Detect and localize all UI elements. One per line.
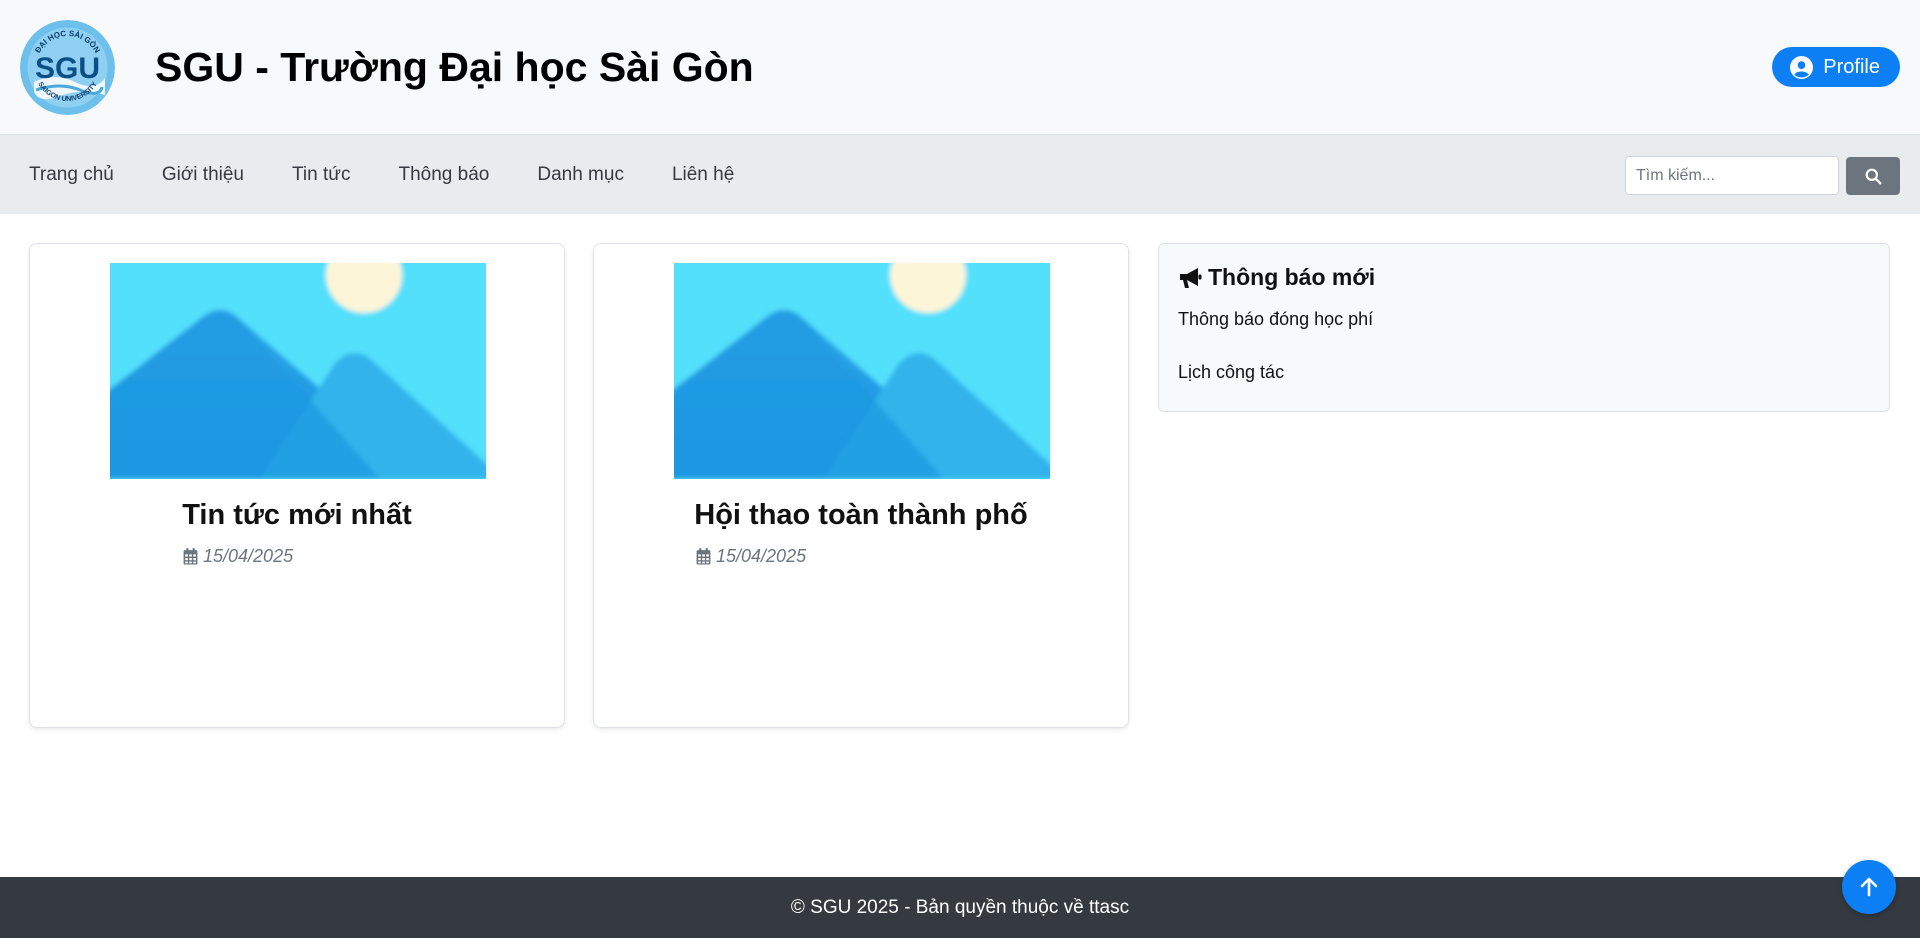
main-nav: Trang chủ Giới thiệu Tin tức Thông báo D… [0,134,1920,214]
news-title[interactable]: Tin tức mới nhất [30,499,564,532]
news-image[interactable] [674,263,1050,479]
news-title[interactable]: Hội thao toàn thành phố [594,499,1128,532]
nav-item-about[interactable]: Giới thiệu [162,164,244,186]
search-icon [1865,168,1881,184]
user-circle-icon [1790,55,1814,79]
news-card[interactable]: Tin tức mới nhất 15/04/2025 [29,243,565,728]
main-content: Tin tức mới nhất 15/04/2025 Hội thao toà… [0,214,1920,878]
nav-item-notices[interactable]: Thông báo [398,164,489,186]
nav-item-contact[interactable]: Liên hệ [672,164,734,186]
news-date: 15/04/2025 [696,546,806,567]
footer-copyright: © SGU 2025 - Bản quyền thuộc về ttasc [790,896,1130,918]
news-date-text: 15/04/2025 [716,546,807,566]
search-form [1625,156,1900,195]
nav-item-categories[interactable]: Danh mục [537,164,624,186]
news-date-text: 15/04/2025 [203,546,294,566]
notice-item-schedule[interactable]: Lịch công tác [1178,362,1870,383]
news-image[interactable] [110,263,486,479]
back-to-top-button[interactable] [1842,860,1896,914]
news-card[interactable]: Hội thao toàn thành phố 15/04/2025 [593,243,1129,728]
site-footer: © SGU 2025 - Bản quyền thuộc về ttasc [0,877,1920,938]
profile-button[interactable]: Profile [1772,47,1900,87]
notices-panel: Thông báo mới Thông báo đóng học phí Lịc… [1158,243,1890,412]
nav-item-news[interactable]: Tin tức [292,164,350,186]
megaphone-icon [1180,267,1202,288]
notices-heading-text: Thông báo mới [1208,264,1376,290]
notice-item-fees[interactable]: Thông báo đóng học phí [1178,309,1870,330]
news-date: 15/04/2025 [183,546,293,567]
calendar-icon [696,548,711,565]
search-input[interactable] [1625,156,1839,195]
sgu-logo[interactable]: ĐẠI HỌC SÀI GÒN SGU SAIGON UNIVERSITY [20,19,115,115]
logo-text: SGU [35,52,100,85]
arrow-up-icon [1860,877,1878,897]
site-title: SGU - Trường Đại học Sài Gòn [155,43,754,90]
notices-heading: Thông báo mới [1178,264,1870,291]
site-header: ĐẠI HỌC SÀI GÒN SGU SAIGON UNIVERSITY SG… [0,0,1920,134]
calendar-icon [183,548,198,565]
search-button[interactable] [1846,157,1900,195]
nav-item-home[interactable]: Trang chủ [29,164,114,186]
profile-label: Profile [1823,55,1880,78]
